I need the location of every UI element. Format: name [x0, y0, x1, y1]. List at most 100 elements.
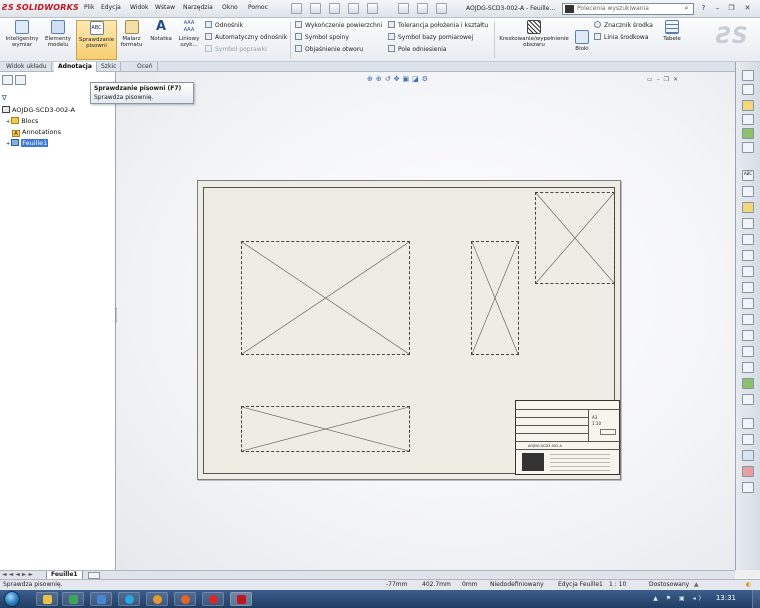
tab-evaluate[interactable]: Oceń: [133, 62, 158, 72]
note-icon[interactable]: [742, 186, 754, 197]
hole-callout-button[interactable]: Objaśnienie otworu: [295, 45, 382, 54]
solidworks-logo[interactable]: ƧS SOLIDWORKS: [2, 3, 79, 12]
viewport-restore-icon[interactable]: ❐: [664, 76, 673, 83]
revision-symbol-icon[interactable]: [742, 330, 754, 341]
rebuild-status-icon[interactable]: ◐: [746, 580, 751, 590]
drawing-view-isometric[interactable]: [535, 192, 615, 284]
units-menu-icon[interactable]: ▲: [694, 580, 699, 590]
open-icon[interactable]: [310, 3, 321, 14]
restore-button[interactable]: ❐: [726, 3, 737, 14]
menu-file[interactable]: Plik: [84, 4, 94, 11]
filter-icon[interactable]: ∇: [2, 94, 10, 102]
taskbar-explorer[interactable]: [36, 592, 58, 606]
spell-check-button[interactable]: ABC Sprawdzanie pisowni: [76, 20, 117, 60]
geometric-tolerance-icon[interactable]: [742, 282, 754, 293]
custom-properties-icon[interactable]: [742, 142, 754, 153]
add-sheet-icon[interactable]: [88, 572, 100, 579]
center-mark-button[interactable]: Znacznik środka: [594, 21, 653, 30]
search-input[interactable]: Polecenia wyszukiwania: [562, 3, 694, 15]
previous-view-icon[interactable]: ↺: [385, 75, 394, 83]
print-icon[interactable]: [348, 3, 359, 14]
auto-balloon-button[interactable]: Automatyczny odnośnik: [205, 33, 287, 42]
tab-sketch[interactable]: Szkic: [97, 62, 122, 72]
close-button[interactable]: ✕: [742, 3, 753, 14]
taskbar-clock[interactable]: 13:31: [716, 594, 736, 602]
menu-insert[interactable]: Wstaw: [155, 4, 175, 11]
datum-target-icon[interactable]: [742, 314, 754, 325]
auto-balloon-icon[interactable]: [742, 218, 754, 229]
view-settings-icon[interactable]: ⚙: [422, 75, 431, 83]
drawing-view-top[interactable]: [241, 406, 410, 452]
display-style-icon[interactable]: ▣: [403, 75, 413, 83]
title-block[interactable]: A3 1:10 AOJDG-SCD3-002-A: [515, 400, 621, 475]
show-desktop-button[interactable]: [752, 590, 760, 608]
format-painter-button[interactable]: Malarz formatu: [118, 20, 145, 60]
taskbar-firefox[interactable]: [174, 592, 196, 606]
stop-icon[interactable]: [742, 466, 754, 477]
revision-symbol-button[interactable]: Symbol poprawki: [205, 45, 287, 54]
block-icon[interactable]: [742, 362, 754, 373]
hide-show-icon[interactable]: ◪: [412, 75, 422, 83]
tree-item-feuille1[interactable]: + Feuille1: [6, 139, 49, 147]
centerline-icon[interactable]: [742, 394, 754, 405]
property-manager-icon[interactable]: [15, 75, 26, 85]
weld-symbol-button[interactable]: Symbol spoiny: [295, 33, 382, 42]
system-tray-icons[interactable]: ▲ ⚑ ▣ ◂): [653, 595, 704, 602]
surface-finish-button[interactable]: Wykończenie powierzchni: [295, 21, 382, 30]
zoom-area-icon[interactable]: ⊕: [376, 75, 385, 83]
taskbar-app-green[interactable]: [62, 592, 84, 606]
surface-finish-icon[interactable]: [742, 234, 754, 245]
blocks-button[interactable]: Bloki: [573, 20, 591, 60]
linear-pattern-button[interactable]: AAA AAA Liniowy szyk...: [175, 20, 203, 60]
drawing-sheet[interactable]: A3 1:10 AOJDG-SCD3-002-A: [197, 180, 621, 480]
menu-tools[interactable]: Narzędzia: [183, 4, 213, 11]
help-icon[interactable]: ?: [698, 3, 709, 14]
viewport-close-icon[interactable]: ✕: [673, 76, 682, 83]
tree-item-blocs[interactable]: + Blocs: [6, 117, 38, 125]
smart-dimension-button[interactable]: Inteligentny wymiar: [2, 20, 42, 60]
taskbar-solidworks[interactable]: [230, 592, 252, 606]
tab-layout-view[interactable]: Widok układu: [2, 62, 52, 72]
viewport-minimize-icon[interactable]: –: [657, 76, 664, 83]
drawing-view-front[interactable]: [241, 241, 410, 355]
status-scale[interactable]: 1 : 10: [609, 580, 626, 590]
select-icon[interactable]: [398, 3, 409, 14]
appearances-icon[interactable]: [742, 128, 754, 139]
spell-check-icon[interactable]: ABC: [742, 170, 754, 181]
weld-symbol-icon[interactable]: [742, 250, 754, 261]
undo-icon[interactable]: [367, 3, 378, 14]
bom-icon[interactable]: [742, 434, 754, 445]
design-library-icon[interactable]: [742, 84, 754, 95]
datum-feature-button[interactable]: Symbol bazy pomiarowej: [388, 33, 488, 42]
datum-target-button[interactable]: Pole odniesienia: [388, 45, 488, 54]
menu-window[interactable]: Okno: [222, 4, 238, 11]
solidworks-resources-icon[interactable]: [742, 70, 754, 81]
menu-view[interactable]: Widok: [130, 4, 148, 11]
model-items-button[interactable]: Elementy modelu: [42, 20, 74, 60]
file-explorer-icon[interactable]: [742, 100, 754, 111]
layers-icon[interactable]: [742, 482, 754, 493]
viewport-menu-icon[interactable]: ▭: [647, 76, 657, 83]
taskbar-app-red[interactable]: [202, 592, 224, 606]
hole-callout-icon[interactable]: [742, 266, 754, 277]
note-button[interactable]: A Notatka: [147, 20, 175, 60]
menu-edit[interactable]: Edycja: [101, 4, 121, 11]
table-icon[interactable]: [742, 418, 754, 429]
hatch-fill-button[interactable]: Kreskowanie/wypełnienie obszaru: [497, 20, 571, 60]
area-hatch-icon[interactable]: [742, 346, 754, 357]
save-icon[interactable]: [329, 3, 340, 14]
minimize-button[interactable]: –: [712, 3, 723, 14]
centerline-button[interactable]: Linia środkowa: [594, 33, 653, 42]
zoom-to-fit-icon[interactable]: ⊕: [367, 75, 376, 83]
tab-annotation[interactable]: Adnotacja: [54, 62, 97, 72]
start-button[interactable]: [4, 591, 20, 607]
view-palette-icon[interactable]: [742, 114, 754, 125]
status-units[interactable]: Dostosowany: [649, 580, 689, 590]
tree-root[interactable]: AOJDG-SCD3-002-A: [2, 106, 75, 114]
taskbar-skype[interactable]: [118, 592, 140, 606]
new-document-icon[interactable]: [291, 3, 302, 14]
tables-button[interactable]: Tabele: [660, 20, 684, 60]
geometric-tolerance-button[interactable]: Tolerancja położenia i kształtu: [388, 21, 488, 30]
balloon-icon[interactable]: [742, 202, 754, 213]
rebuild-icon[interactable]: [417, 3, 428, 14]
